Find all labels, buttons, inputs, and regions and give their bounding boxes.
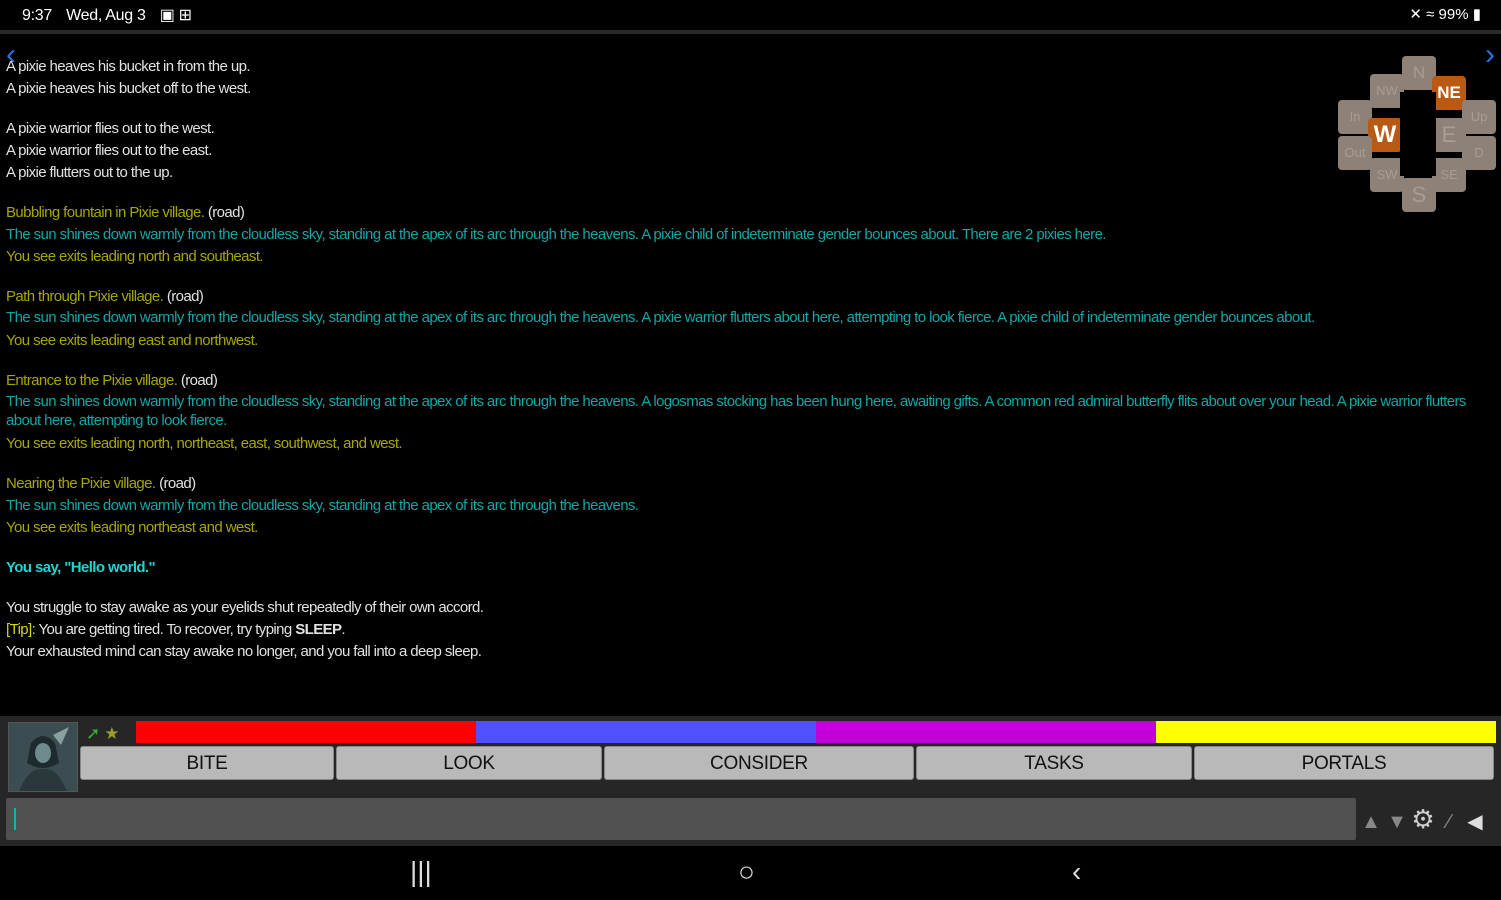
room-exits: You see exits leading north and southeas…	[6, 248, 264, 265]
compass: N NW NE In Up W E Out D SW SE S	[1336, 52, 1496, 217]
room-title-line: Bubbling fountain in Pixie village. (roa…	[6, 202, 1491, 224]
battery-level: 99%	[1438, 6, 1469, 23]
speaker-icon[interactable]: ◀	[1462, 809, 1488, 834]
room-title: Entrance to the Pixie village.	[6, 372, 178, 389]
output-line: A pixie heaves his bucket in from the up…	[6, 58, 250, 75]
compass-n[interactable]: N	[1402, 56, 1436, 90]
compass-se[interactable]: SE	[1432, 158, 1466, 192]
bite-button[interactable]: BITE	[80, 746, 334, 780]
status-date: Wed, Aug 3	[66, 7, 146, 24]
portals-button[interactable]: PORTALS	[1194, 746, 1494, 780]
room-description: The sun shines down warmly from the clou…	[6, 226, 1106, 243]
room-title: Nearing the Pixie village.	[6, 475, 156, 492]
health-bar	[136, 721, 476, 743]
divider	[0, 30, 1501, 34]
command-input-box[interactable]	[6, 798, 1356, 842]
status-bars	[136, 721, 1496, 743]
say-line: You say, "Hello world."	[6, 559, 156, 576]
star-icon[interactable]: ★	[104, 724, 119, 743]
room-title-line: Nearing the Pixie village. (road)	[6, 473, 1491, 495]
room-tag: (road)	[159, 475, 196, 492]
room-tag: (road)	[180, 372, 218, 389]
text-caret	[14, 808, 16, 830]
recents-icon[interactable]: |||	[410, 856, 432, 888]
pencil-icon[interactable]: ⁄	[1436, 811, 1462, 834]
back-icon[interactable]: ‹	[1072, 856, 1081, 888]
notification-icons: ▣ ⊞	[159, 7, 192, 24]
room-title: Bubbling fountain in Pixie village.	[6, 204, 205, 221]
output-line: Your exhausted mind can stay awake no lo…	[6, 643, 482, 660]
home-icon[interactable]: ○	[738, 856, 755, 888]
tip-line: [Tip]: You are getting tired. To recover…	[6, 621, 346, 638]
status-left: 9:37 Wed, Aug 3 ▣ ⊞	[22, 5, 202, 25]
output-line: A pixie heaves his bucket off to the wes…	[6, 80, 251, 97]
compass-in[interactable]: In	[1338, 100, 1372, 134]
quick-buttons: BITE LOOK CONSIDER TASKS PORTALS	[80, 746, 1496, 780]
room-title: Path through Pixie village.	[6, 288, 164, 305]
compass-d[interactable]: D	[1462, 136, 1496, 170]
room-description: The sun shines down warmly from the clou…	[6, 393, 1466, 429]
tip-text: You are getting tired. To recover, try t…	[38, 621, 292, 638]
avatar-image	[9, 723, 77, 791]
room-exits: You see exits leading east and northwest…	[6, 332, 258, 349]
room-tag: (road)	[166, 288, 204, 305]
arrow-up-icon[interactable]: ▲	[1358, 811, 1384, 834]
system-nav-bar: ||| ○ ‹	[0, 846, 1501, 900]
look-button[interactable]: LOOK	[336, 746, 602, 780]
room-description: The sun shines down warmly from the clou…	[6, 309, 1315, 326]
compass-center	[1400, 92, 1436, 176]
compass-ne[interactable]: NE	[1432, 76, 1466, 110]
compass-e[interactable]: E	[1432, 118, 1466, 152]
room-title-line: Entrance to the Pixie village. (road)	[6, 370, 1491, 392]
energy-bar	[1156, 721, 1496, 743]
stamina-bar	[816, 721, 1156, 743]
arrow-down-icon[interactable]: ▼	[1384, 811, 1410, 834]
status-bar: 9:37 Wed, Aug 3 ▣ ⊞ ✕ ≈ 99% ▮	[0, 0, 1501, 30]
compass-sw[interactable]: SW	[1370, 158, 1404, 192]
output-line: A pixie warrior flies out to the east.	[6, 142, 212, 159]
compass-up[interactable]: Up	[1462, 100, 1496, 134]
bar-icons: ➚ ★	[86, 724, 120, 744]
compass-nw[interactable]: NW	[1370, 74, 1404, 108]
consider-button[interactable]: CONSIDER	[604, 746, 914, 780]
control-panel: ➚ ★ BITE LOOK CONSIDER TASKS PORTALS ▲ ▼ ⚙ ⁄…	[0, 716, 1501, 846]
tip-command: SLEEP	[295, 621, 342, 638]
room-exits: You see exits leading northeast and west…	[6, 519, 258, 536]
mute-icon: ✕	[1409, 6, 1422, 23]
room-description: The sun shines down warmly from the clou…	[6, 497, 639, 514]
gear-icon[interactable]: ⚙	[1410, 804, 1436, 835]
avatar[interactable]	[8, 722, 78, 792]
command-input[interactable]	[22, 798, 1346, 842]
tasks-button[interactable]: TASKS	[916, 746, 1192, 780]
status-right: ✕ ≈ 99% ▮	[1409, 5, 1481, 23]
compass-out[interactable]: Out	[1338, 136, 1372, 170]
output-line: You struggle to stay awake as your eyeli…	[6, 599, 484, 616]
room-tag: (road)	[207, 204, 245, 221]
status-time: 9:37	[22, 7, 52, 24]
input-tools: ▲ ▼ ⚙ ⁄ ◀	[1358, 804, 1488, 838]
tip-label: [Tip]:	[6, 621, 36, 638]
compass-w[interactable]: W	[1368, 118, 1402, 152]
output-line: A pixie flutters out to the up.	[6, 164, 173, 181]
pin-icon[interactable]: ➚	[86, 724, 100, 743]
room-exits: You see exits leading north, northeast, …	[6, 435, 403, 452]
room-title-line: Path through Pixie village. (road)	[6, 286, 1491, 308]
battery-icon: ▮	[1472, 6, 1481, 23]
wifi-icon: ≈	[1426, 6, 1435, 23]
compass-s[interactable]: S	[1402, 178, 1436, 212]
mana-bar	[476, 721, 816, 743]
game-output: A pixie heaves his bucket in from the up…	[6, 56, 1491, 663]
output-line: A pixie warrior flies out to the west.	[6, 120, 215, 137]
